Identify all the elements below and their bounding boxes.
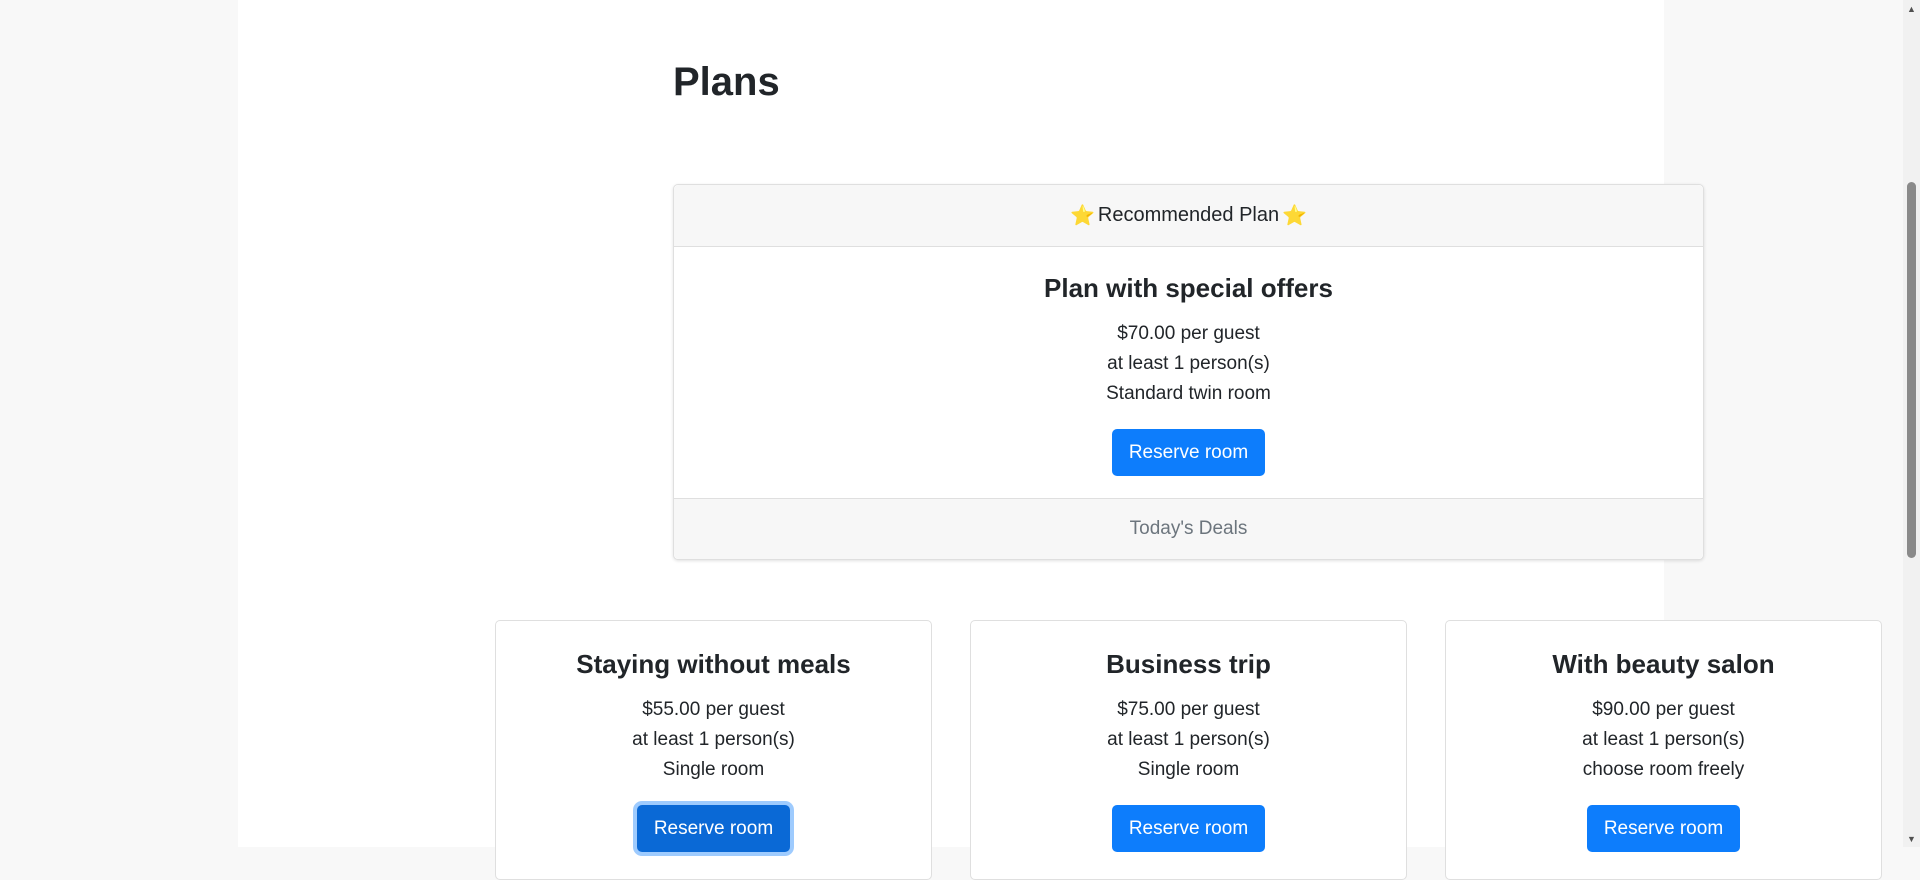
recommended-plan-label: Recommended Plan [1097, 204, 1280, 226]
recommended-plan-body: Plan with special offers $70.00 per gues… [674, 247, 1703, 476]
page-title: Plans [673, 60, 780, 104]
plan-price: $55.00 per guest [642, 699, 785, 720]
main-content: Plans ⭐ Recommended Plan ⭐ Plan with spe… [238, 0, 1882, 880]
plan-card: With beauty salon $90.00 per guest at le… [1445, 620, 1882, 880]
recommended-plan-card: ⭐ Recommended Plan ⭐ Plan with special o… [673, 184, 1704, 560]
plan-card: Business trip $75.00 per guest at least … [970, 620, 1407, 880]
plan-room-type: Standard twin room [1106, 383, 1271, 404]
reserve-room-button[interactable]: Reserve room [636, 805, 791, 852]
plan-min-guests: at least 1 person(s) [632, 729, 795, 750]
scrollbar-thumb[interactable] [1907, 182, 1916, 558]
plan-room-type: Single room [1137, 759, 1240, 780]
vertical-scrollbar[interactable]: ▲ ▼ [1903, 0, 1920, 847]
plan-min-guests: at least 1 person(s) [1107, 729, 1270, 750]
star-icon: ⭐ [1282, 205, 1308, 227]
plan-room-type: Single room [662, 759, 765, 780]
plan-price: $90.00 per guest [1592, 699, 1735, 720]
recommended-plan-header: ⭐ Recommended Plan ⭐ [674, 185, 1703, 247]
plan-name: Business trip [1106, 649, 1271, 679]
plan-price: $75.00 per guest [1117, 699, 1260, 720]
plan-name: Staying without meals [576, 649, 851, 679]
plan-price: $70.00 per guest [1117, 323, 1260, 344]
star-icon: ⭐ [1069, 205, 1095, 227]
plan-room-type: choose room freely [1582, 759, 1745, 780]
reserve-room-button[interactable]: Reserve room [1111, 805, 1266, 852]
plan-name: With beauty salon [1552, 649, 1775, 679]
plan-min-guests: at least 1 person(s) [1582, 729, 1745, 750]
plan-card: Staying without meals $55.00 per guest a… [495, 620, 932, 880]
reserve-room-button[interactable]: Reserve room [1586, 805, 1741, 852]
reserve-room-button[interactable]: Reserve room [1111, 429, 1266, 476]
scroll-up-icon[interactable]: ▲ [1903, 0, 1920, 17]
plan-name: Plan with special offers [1044, 273, 1333, 303]
plan-min-guests: at least 1 person(s) [1107, 353, 1270, 374]
recommended-plan-footer: Today's Deals [674, 498, 1703, 559]
scroll-down-icon[interactable]: ▼ [1903, 830, 1920, 847]
